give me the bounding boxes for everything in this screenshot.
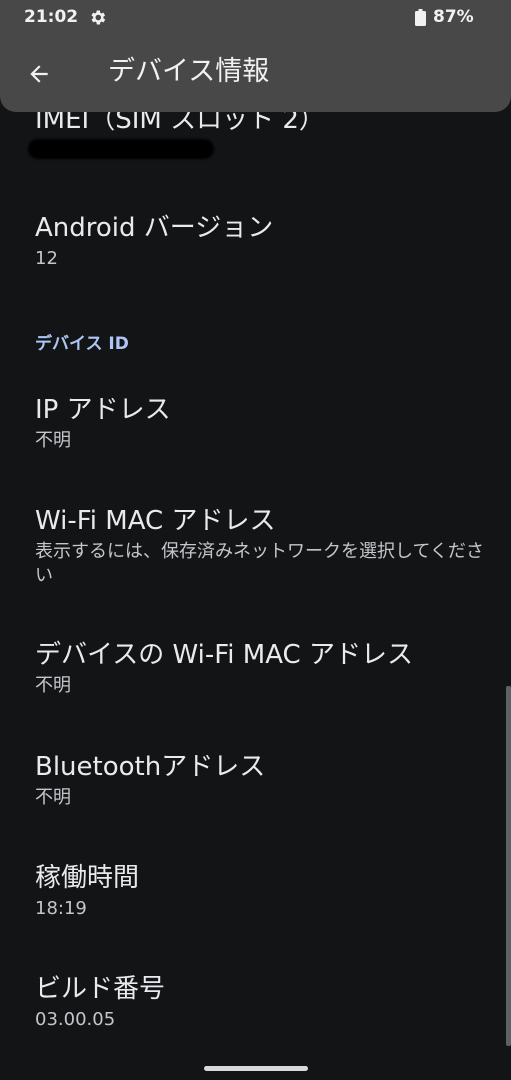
gesture-nav-handle[interactable] — [204, 1066, 308, 1071]
battery-percentage: 87% — [433, 7, 474, 27]
list-item-wifi-mac[interactable]: Wi-Fi MAC アドレス 表示するには、保存済みネットワークを選択してくださ… — [35, 504, 485, 588]
item-summary: 12 — [35, 248, 58, 269]
status-bar: 21:02 87% — [0, 0, 511, 34]
status-time: 21:02 — [24, 7, 79, 27]
item-title: ビルド番号 — [35, 974, 166, 1004]
item-title: Wi-Fi MAC アドレス — [35, 506, 276, 536]
item-title: 稼働時間 — [35, 863, 140, 893]
settings-list[interactable]: IMEI（SIM スロット 2） Android バージョン 12 デバイス I… — [0, 0, 511, 1080]
back-button[interactable] — [22, 57, 56, 91]
item-summary: 不明 — [35, 675, 71, 696]
item-title: デバイスの Wi-Fi MAC アドレス — [35, 640, 413, 670]
list-item-bluetooth-address[interactable]: Bluetoothアドレス 不明 — [35, 750, 485, 810]
list-item-build-number[interactable]: ビルド番号 03.00.05 — [35, 972, 485, 1032]
item-title: Android バージョン — [35, 213, 274, 243]
item-title: IP アドレス — [35, 395, 171, 425]
item-summary: 03.00.05 — [35, 1009, 116, 1030]
device-info-screen: 21:02 87% デバイス情報 IMEI（SIM スロット 2） Androi… — [0, 0, 511, 1080]
item-summary: 18:19 — [35, 898, 87, 919]
gear-icon — [91, 10, 106, 25]
battery-icon — [415, 9, 426, 26]
scrollbar[interactable] — [506, 686, 511, 1046]
list-item-device-wifi-mac[interactable]: デバイスの Wi-Fi MAC アドレス 不明 — [35, 638, 485, 698]
arrow-back-icon — [30, 65, 48, 83]
item-title: Bluetoothアドレス — [35, 752, 266, 782]
list-item-uptime[interactable]: 稼働時間 18:19 — [35, 861, 485, 921]
app-bar: デバイス情報 — [0, 34, 511, 112]
item-summary: 不明 — [35, 430, 71, 451]
list-item-ip-address[interactable]: IP アドレス 不明 — [35, 393, 485, 453]
item-summary: 表示するには、保存済みネットワークを選択してください — [35, 541, 484, 586]
list-item-android-version[interactable]: Android バージョン 12 — [35, 211, 485, 271]
redacted-value — [28, 139, 214, 159]
section-header-device-id: デバイス ID — [35, 334, 129, 354]
item-summary: 不明 — [35, 787, 71, 808]
page-title: デバイス情報 — [108, 56, 270, 87]
